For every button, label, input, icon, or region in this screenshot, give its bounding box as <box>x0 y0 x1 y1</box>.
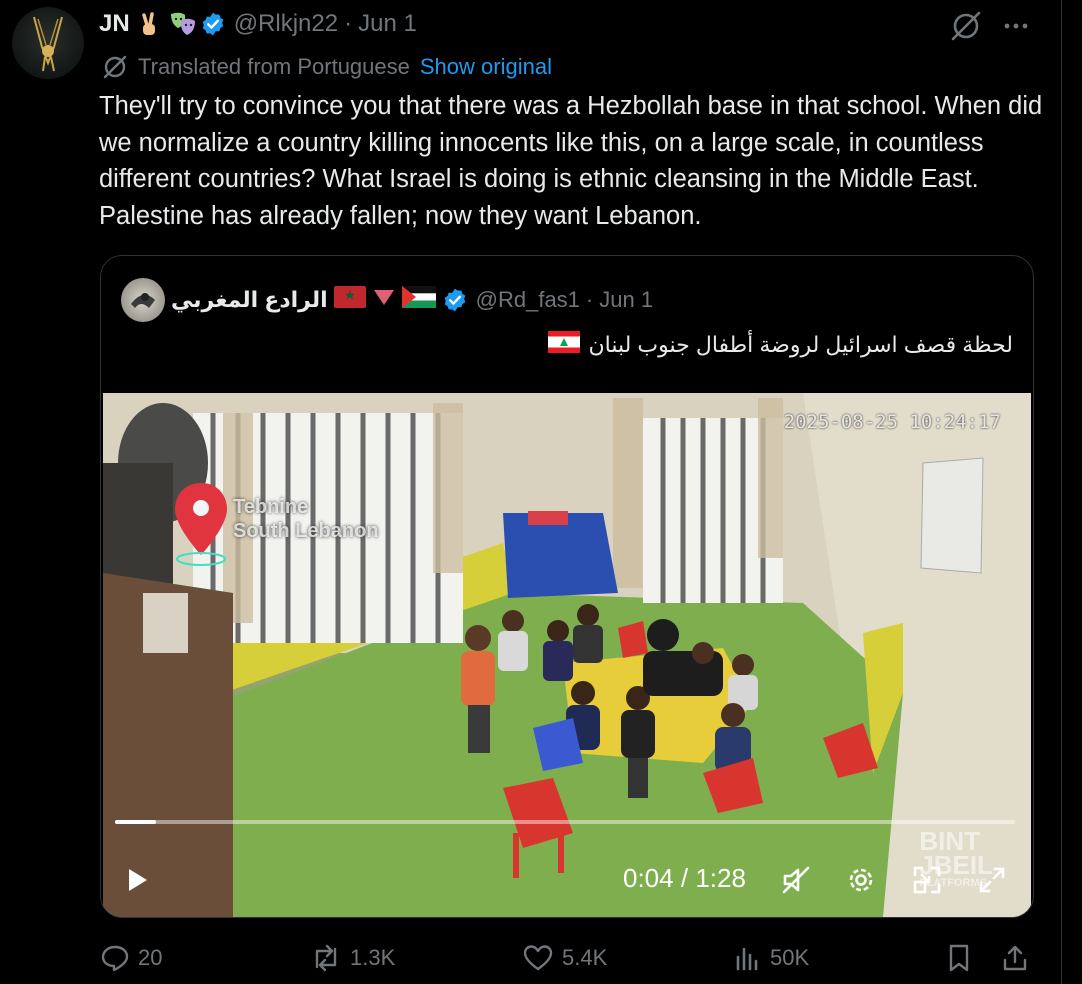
like-icon <box>523 945 553 971</box>
quoted-post[interactable]: الرادع المغربي @Rd_fas1 · Jun 1 لحظة قصف… <box>100 255 1034 918</box>
separator-dot: · <box>585 287 594 312</box>
location-line1: Tebnine <box>233 496 309 518</box>
post-header: JN @Rlkjn22 · Jun 1 <box>99 6 417 42</box>
translate-icon <box>103 55 127 79</box>
share-icon <box>1003 945 1027 971</box>
verified-badge-icon[interactable] <box>200 11 226 37</box>
share-button[interactable] <box>1000 935 1030 981</box>
more-icon[interactable] <box>998 8 1034 44</box>
quoted-author-avatar[interactable] <box>121 278 165 322</box>
show-original-link[interactable]: Show original <box>420 54 552 80</box>
video-time-readout: 0:04 / 1:28 <box>623 863 746 894</box>
separator-dot: · <box>344 10 353 37</box>
settings-icon[interactable] <box>844 863 878 897</box>
repost-count: 1.3K <box>350 945 396 970</box>
red-triangle-icon <box>372 286 396 314</box>
mute-icon[interactable] <box>779 863 813 897</box>
pip-icon[interactable] <box>910 863 944 897</box>
views-icon <box>736 947 758 971</box>
quoted-post-header: الرادع المغربي @Rd_fas1 · Jun 1 <box>171 282 653 318</box>
quoted-verified-badge-icon[interactable] <box>442 287 468 313</box>
repost-icon <box>315 944 337 972</box>
author-handle[interactable]: @Rlkjn22 <box>234 10 338 38</box>
video-progress-fill <box>115 820 156 824</box>
like-button[interactable]: 5.4K <box>522 935 607 981</box>
video-frame <box>103 393 1031 917</box>
reply-icon <box>101 945 129 972</box>
victory-hand-emoji-icon <box>136 11 162 37</box>
morocco-flag-icon <box>333 286 366 314</box>
quoted-post-text-row: لحظة قصف اسرائيل لروضة أطفال جنوب لبنان <box>548 328 1013 362</box>
video-location-overlay: Tebnine South Lebanon <box>233 495 379 543</box>
bookmark-icon <box>949 944 969 972</box>
video-duration: 1:28 <box>695 863 746 893</box>
grok-icon[interactable] <box>948 8 984 44</box>
reply-count: 20 <box>138 945 163 970</box>
time-separator: / <box>680 863 689 893</box>
video-timestamp-overlay: 2025-08-25 10:24:17 <box>783 411 1001 433</box>
post-text: They'll try to convince you that there w… <box>99 92 1043 230</box>
quoted-post-text: لحظة قصف اسرائيل لروضة أطفال جنوب لبنان <box>588 332 1013 357</box>
author-name[interactable]: JN <box>99 10 130 38</box>
view-count: 50K <box>770 945 810 970</box>
author-avatar[interactable] <box>12 7 84 79</box>
like-count: 5.4K <box>562 945 608 970</box>
video-progress-bar[interactable] <box>115 820 1015 824</box>
play-icon[interactable] <box>123 865 153 895</box>
lebanon-flag-icon <box>548 331 581 359</box>
video-player[interactable]: 2025-08-25 10:24:17 Tebnine South Lebano… <box>103 393 1031 917</box>
translation-notice: Translated from Portuguese Show original <box>102 52 552 82</box>
repost-button[interactable]: 1.3K <box>310 935 395 981</box>
location-line2: South Lebanon <box>233 520 379 542</box>
fullscreen-icon[interactable] <box>975 863 1009 897</box>
post-actions: 20 1.3K 5.4K 50K <box>100 935 1050 981</box>
theater-masks-emoji-icon <box>168 11 195 37</box>
translated-label: Translated from Portuguese <box>138 54 410 79</box>
palestine-flag-icon <box>401 286 436 314</box>
video-controls: 0:04 / 1:28 <box>103 855 1031 905</box>
reply-button[interactable]: 20 <box>100 935 162 981</box>
quoted-author-name[interactable]: الرادع المغربي <box>171 287 328 313</box>
quoted-author-handle[interactable]: @Rd_fas1 <box>476 287 580 313</box>
post-date[interactable]: Jun 1 <box>358 10 417 38</box>
bookmark-button[interactable] <box>945 935 973 981</box>
views-button[interactable]: 50K <box>734 935 809 981</box>
current-time: 0:04 <box>623 863 674 893</box>
timeline-border <box>1061 0 1062 984</box>
quoted-post-date[interactable]: Jun 1 <box>599 287 653 313</box>
